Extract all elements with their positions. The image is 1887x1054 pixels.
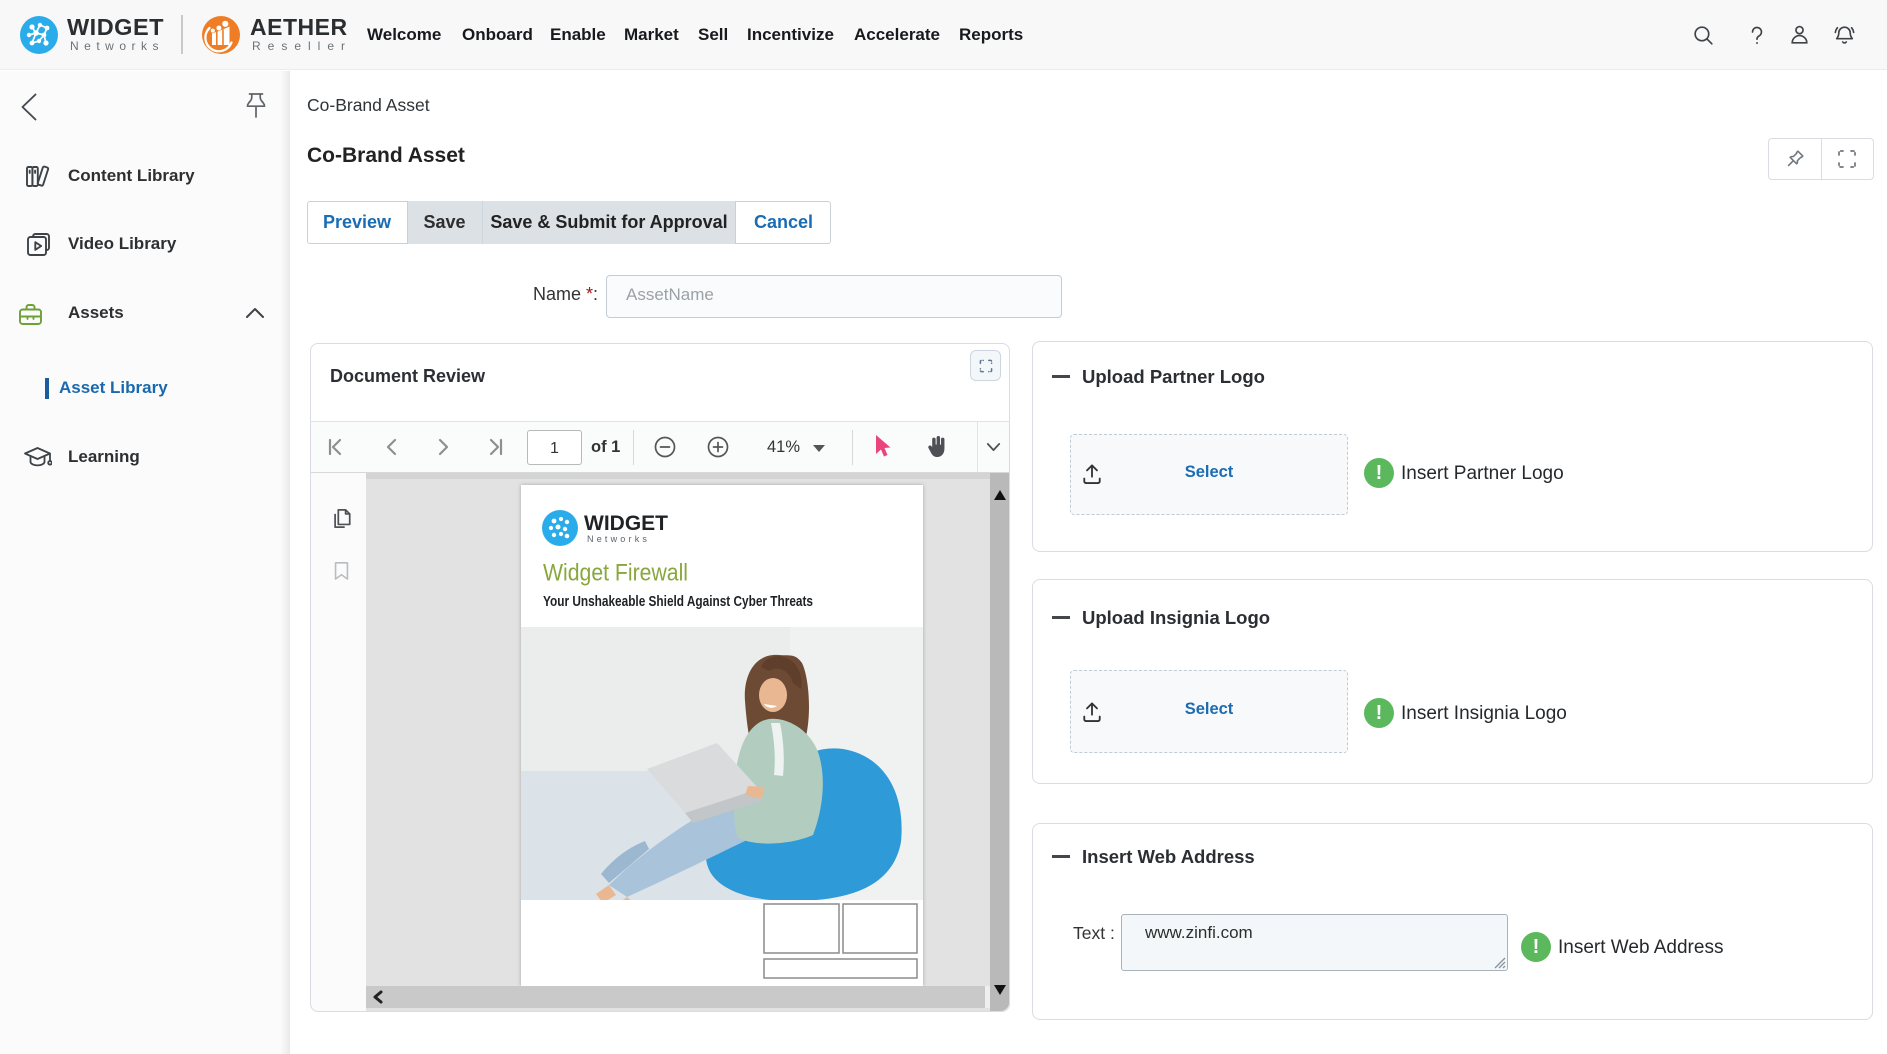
svg-text:Networks: Networks [587, 534, 650, 544]
svg-text:Widget Firewall: Widget Firewall [543, 560, 688, 587]
svg-text:WIDGET: WIDGET [584, 512, 668, 535]
svg-text:Your Unshakeable Shield Agains: Your Unshakeable Shield Against Cyber Th… [543, 594, 813, 610]
